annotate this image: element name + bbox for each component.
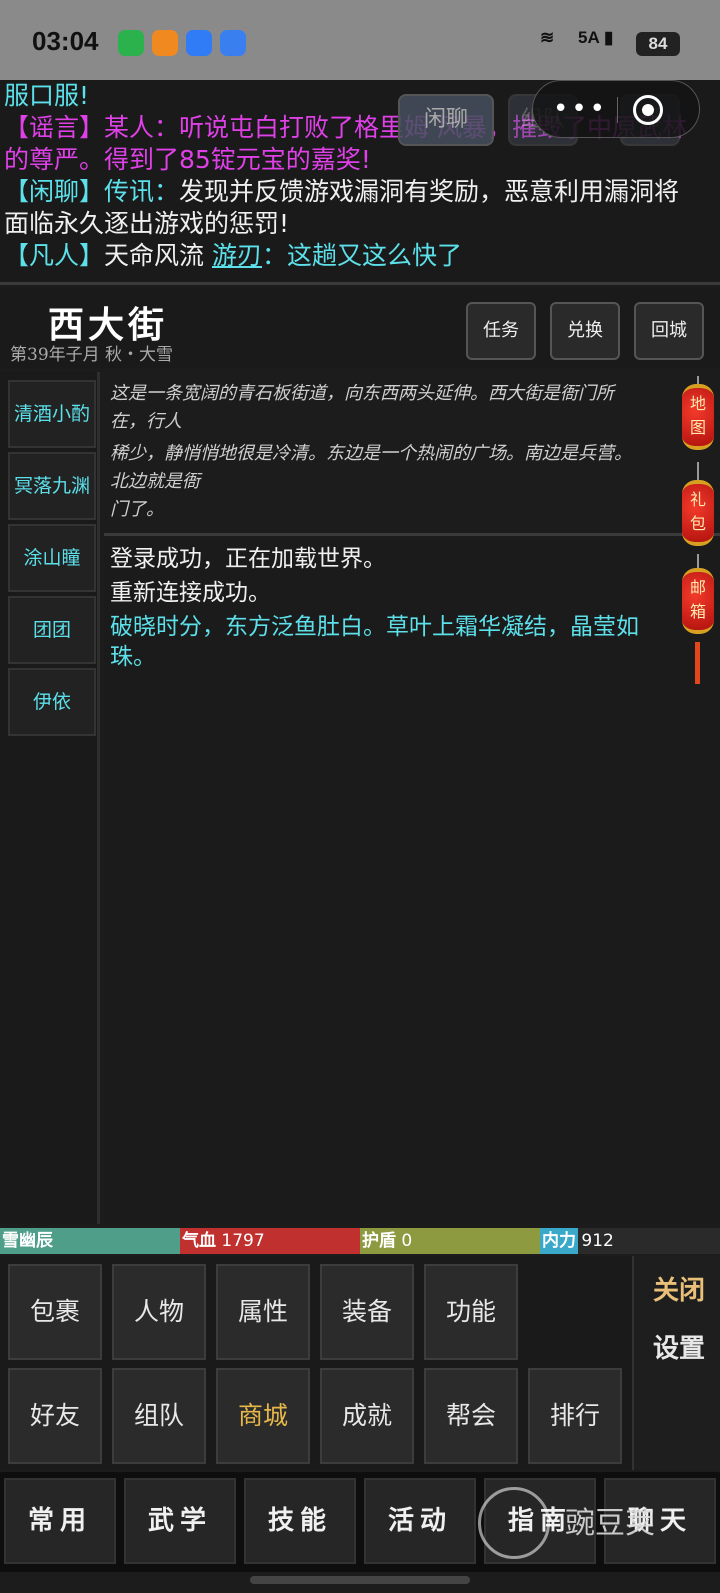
system-messages: 登录成功，正在加载世界。 重新连接成功。 破晓时分，东方泛鱼肚白。草叶上霜华凝结… — [104, 538, 720, 1224]
lantern-body: 地图 — [682, 384, 714, 450]
watermark-logo-icon — [478, 1487, 550, 1559]
description-line: 这是一条宽阔的青石板街道，向东西两头延伸。西大街是衙门所 — [110, 383, 614, 404]
more-icon[interactable]: ••• — [553, 96, 613, 122]
description-line: 门了。 — [110, 499, 164, 520]
game-date: 第39年子月 秋・大雪 — [10, 345, 174, 365]
side-panel: 关闭 设置 — [632, 1256, 720, 1470]
player-name-stat: 雪幽辰 — [0, 1228, 180, 1254]
idle-speaker: 传讯： — [104, 177, 180, 206]
action-grid: 包裹 人物 属性 装备 功能 好友 组队 商城 成就 帮会 排行 — [0, 1256, 720, 1470]
chat-line: 面临永久逐出游戏的惩罚! — [4, 209, 290, 238]
lantern-string — [697, 462, 699, 480]
network-type: 5A — [578, 28, 600, 47]
signal-icon: ▮ — [604, 28, 614, 47]
return-city-button[interactable]: 回城 — [634, 302, 704, 360]
player-link[interactable]: 游刃 — [212, 241, 262, 270]
gift-lantern[interactable]: 礼包 — [680, 462, 716, 558]
location-description: 这是一条宽阔的青石板街道，向东西两头延伸。西大街是衙门所 在，行人 稀少，静悄悄… — [104, 372, 720, 536]
friends-button[interactable]: 好友 — [8, 1368, 102, 1464]
watermark-text: 豌豆荚 — [565, 1506, 655, 1541]
voice-icon — [220, 30, 246, 56]
shield-stat: 护盾 0 — [360, 1228, 540, 1254]
player-name: 天命风流 — [104, 241, 205, 270]
idle-text: 发现并反馈游戏漏洞有奖励，恶意利用漏洞将 — [179, 177, 680, 206]
ranking-button[interactable]: 排行 — [528, 1368, 622, 1464]
system-message: 珠。 — [110, 644, 156, 670]
home-indicator[interactable] — [250, 1576, 470, 1584]
miniprogram-capsule: ••• — [532, 80, 700, 138]
nav-martial-arts[interactable]: 武学 — [124, 1478, 236, 1564]
shop-button[interactable]: 商城 — [216, 1368, 310, 1464]
lantern-string — [697, 376, 699, 384]
rumor-tag: 【谣言】 — [4, 113, 105, 142]
team-button[interactable]: 组队 — [112, 1368, 206, 1464]
npc-item[interactable]: 冥落九渊 — [8, 452, 96, 520]
lantern-tassel — [695, 642, 700, 684]
description-line: 稀少，静悄悄地很是冷清。东边是一个热闹的广场。南边是兵营。 — [110, 443, 632, 464]
guild-button[interactable]: 帮会 — [424, 1368, 518, 1464]
location-header: 西大街 第39年子月 秋・大雪 任务 兑换 回城 — [0, 288, 720, 368]
npc-list: 清酒小酌 冥落九渊 涂山瞳 团团 伊依 — [0, 372, 100, 1224]
nav-common[interactable]: 常用 — [4, 1478, 116, 1564]
attributes-button[interactable]: 属性 — [216, 1264, 310, 1360]
message-icon — [186, 30, 212, 56]
tab-idle-chat[interactable]: 闲聊 — [398, 94, 494, 146]
lantern-body: 礼包 — [682, 480, 714, 546]
close-button[interactable]: 关闭 — [644, 1270, 714, 1307]
chat-line: 【闲聊】传讯：发现并反馈游戏漏洞有奖励，恶意利用漏洞将 — [4, 176, 679, 207]
equipment-button[interactable]: 装备 — [320, 1264, 414, 1360]
system-message: 破晓时分，东方泛鱼肚白。草叶上霜华凝结，晶莹如 — [110, 614, 639, 640]
wechat-icon — [118, 30, 144, 56]
npc-item[interactable]: 伊依 — [8, 668, 96, 736]
mail-lantern[interactable]: 邮箱 — [680, 554, 716, 694]
nav-skills[interactable]: 技能 — [244, 1478, 356, 1564]
functions-button[interactable]: 功能 — [424, 1264, 518, 1360]
achievements-button[interactable]: 成就 — [320, 1368, 414, 1464]
character-button[interactable]: 人物 — [112, 1264, 206, 1360]
lantern-body: 邮箱 — [682, 568, 714, 634]
npc-item[interactable]: 清酒小酌 — [8, 380, 96, 448]
close-target-icon[interactable] — [633, 95, 663, 125]
task-button[interactable]: 任务 — [466, 302, 536, 360]
mortal-text: ：这趟又这么快了 — [262, 241, 463, 270]
chat-line: 的尊严。得到了85锭元宝的嘉奖! — [4, 145, 371, 174]
status-bar: 03:04 ≋ 5A ▮ 84 — [0, 0, 720, 80]
nav-activities[interactable]: 活动 — [364, 1478, 476, 1564]
hp-stat: 气血 1797 — [180, 1228, 360, 1254]
npc-item[interactable]: 团团 — [8, 596, 96, 664]
exchange-button[interactable]: 兑换 — [550, 302, 620, 360]
chat-line: 服口服! — [4, 81, 90, 110]
lantern-string — [697, 554, 699, 568]
system-message: 登录成功，正在加载世界。 — [110, 546, 386, 572]
mortal-tag: 【凡人】 — [4, 241, 105, 270]
chat-line: 【凡人】天命风流 游刃：这趟又这么快了 — [4, 240, 462, 271]
inventory-button[interactable]: 包裹 — [8, 1264, 102, 1360]
description-line: 北边就是衙 — [110, 471, 200, 492]
settings-button[interactable]: 设置 — [644, 1328, 714, 1365]
system-message: 重新连接成功。 — [110, 580, 271, 606]
clock: 03:04 — [32, 26, 99, 56]
npc-item[interactable]: 涂山瞳 — [8, 524, 96, 592]
divider — [617, 97, 618, 123]
idle-tag: 【闲聊】 — [4, 177, 105, 206]
player-stats-bar: 雪幽辰 气血 1797 护盾 0 内力 912 — [0, 1228, 720, 1254]
mp-stat: 内力 912 — [540, 1228, 720, 1254]
description-line: 在，行人 — [110, 411, 182, 432]
map-lantern[interactable]: 地图 — [680, 376, 716, 462]
app-orange-icon — [152, 30, 178, 56]
wifi-icon: ≋ — [540, 28, 555, 47]
battery-indicator: 84 — [636, 32, 680, 56]
